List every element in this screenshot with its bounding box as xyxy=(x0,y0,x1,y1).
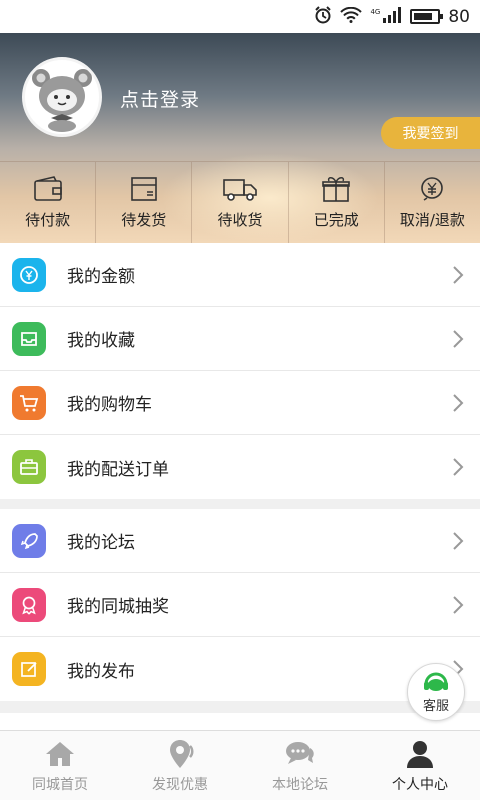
order-refund[interactable]: 取消/退款 xyxy=(385,162,480,243)
menu-item-favorites[interactable]: 我的收藏 xyxy=(0,307,480,371)
menu-group-community: 我的论坛 我的同城抽奖 我的发布 xyxy=(0,509,480,701)
home-icon xyxy=(46,741,74,766)
signal-icon xyxy=(382,6,402,27)
gift-icon xyxy=(322,177,351,202)
briefcase-icon xyxy=(12,450,46,484)
menu-label: 我的购物车 xyxy=(67,395,152,415)
bottom-tab-bar: 同城首页 发现优惠 本地论坛 个人中心 xyxy=(0,730,480,800)
avatar[interactable] xyxy=(22,57,102,137)
signin-button[interactable]: 我要签到 xyxy=(381,117,480,149)
tab-forum[interactable]: 本地论坛 xyxy=(240,731,360,800)
menu-item-balance[interactable]: 我的金额 xyxy=(0,243,480,307)
wifi-icon xyxy=(340,6,363,27)
menu-label: 我的收藏 xyxy=(67,331,135,351)
tab-label: 本地论坛 xyxy=(272,776,328,793)
battery-icon xyxy=(410,9,444,24)
order-pending-receipt[interactable]: 待收货 xyxy=(192,162,289,243)
bear-avatar-icon xyxy=(32,69,92,132)
battery-fill xyxy=(414,13,432,20)
tab-label: 个人中心 xyxy=(392,776,448,793)
menu-item-delivery-orders[interactable]: 我的配送订单 xyxy=(0,435,480,499)
customer-service-label: 客服 xyxy=(422,699,449,714)
status-bar: 4G 80 xyxy=(0,0,480,33)
menu-label: 我的同城抽奖 xyxy=(67,597,169,617)
truck-icon xyxy=(223,179,257,201)
chevron-right-icon xyxy=(452,457,464,477)
menu-label: 我的金额 xyxy=(67,267,135,287)
customer-service-button[interactable]: 客服 xyxy=(407,663,465,721)
tab-home[interactable]: 同城首页 xyxy=(0,731,120,800)
chat-icon xyxy=(286,741,314,764)
order-label: 待发货 xyxy=(121,211,167,229)
order-status-bar: 待付款 待发货 待收货 已完成 取消/退款 xyxy=(0,161,480,243)
menu-item-lottery[interactable]: 我的同城抽奖 xyxy=(0,573,480,637)
order-pending-payment[interactable]: 待付款 xyxy=(0,162,97,243)
cart-icon xyxy=(12,385,46,420)
location-icon xyxy=(170,739,194,768)
menu-item-forum[interactable]: 我的论坛 xyxy=(0,509,480,573)
rocket-icon xyxy=(12,523,46,558)
chevron-right-icon xyxy=(452,595,464,615)
inbox-icon xyxy=(12,321,46,356)
box-icon xyxy=(130,177,157,201)
edit-icon xyxy=(12,652,46,686)
tab-profile[interactable]: 个人中心 xyxy=(360,731,480,800)
menu-label: 我的发布 xyxy=(67,661,135,682)
alarm-icon xyxy=(314,5,332,28)
chevron-right-icon xyxy=(452,531,464,551)
menu-group-finance: 我的金额 我的收藏 我的购物车 我的配送订单 xyxy=(0,243,480,499)
order-label: 取消/退款 xyxy=(399,211,465,229)
user-icon xyxy=(407,740,433,768)
profile-header: 点击登录 我要签到 待付款 待发货 待收货 已完成 取消/退款 xyxy=(0,33,480,243)
tab-label: 发现优惠 xyxy=(152,776,208,793)
chevron-right-icon xyxy=(452,329,464,349)
chevron-right-icon xyxy=(452,393,464,413)
order-label: 待收货 xyxy=(217,211,263,229)
network-type-label: 4G xyxy=(370,8,381,16)
order-pending-shipment[interactable]: 待发货 xyxy=(96,162,193,243)
award-icon xyxy=(12,587,46,622)
refund-icon xyxy=(421,177,444,201)
menu-label: 我的配送订单 xyxy=(67,459,169,480)
battery-percent: 80 xyxy=(448,6,470,27)
headset-icon xyxy=(424,672,448,691)
order-completed[interactable]: 已完成 xyxy=(289,162,385,243)
menu-label: 我的论坛 xyxy=(67,533,135,553)
menu-item-cart[interactable]: 我的购物车 xyxy=(0,371,480,435)
order-label: 已完成 xyxy=(313,211,359,229)
yen-coin-icon xyxy=(12,257,46,292)
order-label: 待付款 xyxy=(25,211,71,229)
login-link[interactable]: 点击登录 xyxy=(120,85,200,112)
chevron-right-icon xyxy=(452,265,464,285)
tab-label: 同城首页 xyxy=(32,776,88,793)
wallet-icon xyxy=(33,176,62,201)
tab-discover[interactable]: 发现优惠 xyxy=(120,731,240,800)
